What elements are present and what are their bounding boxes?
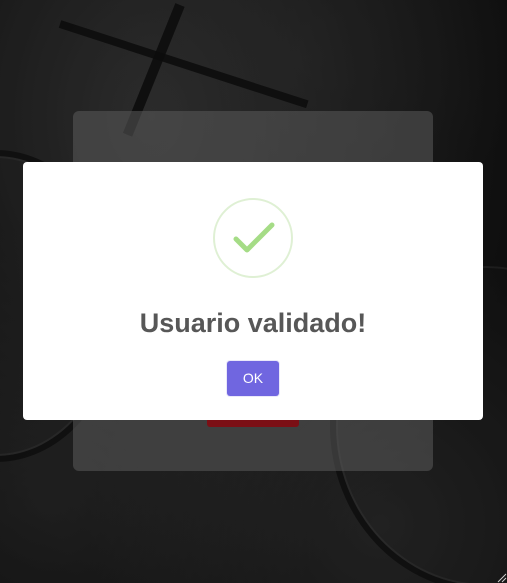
success-icon-ring: [213, 198, 293, 278]
success-dialog: Usuario validado! OK: [23, 162, 483, 420]
app-screen: Usuario validado! OK: [0, 0, 507, 583]
checkmark-icon: [215, 200, 291, 276]
ok-button[interactable]: OK: [227, 361, 279, 396]
dialog-title: Usuario validado!: [23, 306, 483, 340]
resize-grip-icon[interactable]: [495, 571, 507, 583]
